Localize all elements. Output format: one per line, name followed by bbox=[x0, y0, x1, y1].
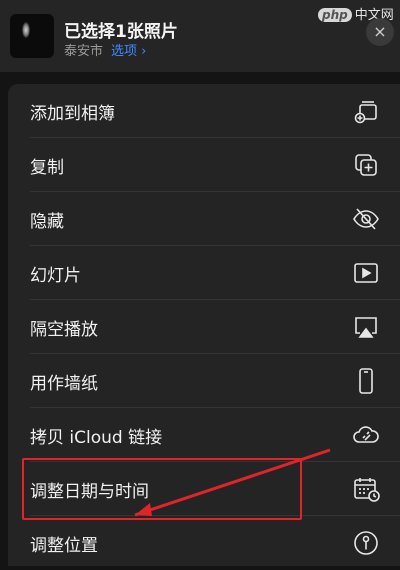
menu-item-label: 用作墙纸 bbox=[30, 374, 98, 394]
calendar-clock-icon bbox=[352, 475, 380, 503]
menu-item-copy-icloud-link[interactable]: 拷贝 iCloud 链接 bbox=[8, 408, 400, 462]
menu-item-label: 拷贝 iCloud 链接 bbox=[30, 428, 163, 448]
close-button[interactable]: × bbox=[366, 18, 394, 46]
menu-item-duplicate[interactable]: 复制 bbox=[8, 138, 400, 192]
menu-item-airplay[interactable]: 隔空播放 bbox=[8, 300, 400, 354]
cloud-link-icon bbox=[352, 421, 380, 449]
highlight-box bbox=[22, 458, 302, 520]
menu-item-label: 隐藏 bbox=[30, 212, 64, 232]
duplicate-icon bbox=[352, 151, 380, 179]
menu-item-add-to-album[interactable]: 添加到相簿 bbox=[8, 84, 400, 138]
menu-item-adjust-location[interactable]: 调整位置 bbox=[8, 516, 400, 570]
menu-item-label: 添加到相簿 bbox=[30, 104, 115, 124]
menu-item-label: 隔空播放 bbox=[30, 320, 98, 340]
airplay-icon bbox=[352, 313, 380, 341]
eye-slash-icon bbox=[352, 205, 380, 233]
menu-item-slideshow[interactable]: 幻灯片 bbox=[8, 246, 400, 300]
share-sheet-header: 已选择1张照片 泰安市 选项 › php 中文网 × bbox=[0, 0, 400, 72]
iphone-icon bbox=[352, 367, 380, 395]
menu-item-label: 调整位置 bbox=[30, 536, 98, 556]
menu-item-hide[interactable]: 隐藏 bbox=[8, 192, 400, 246]
header-title: 已选择1张照片 bbox=[64, 22, 178, 42]
menu-item-label: 复制 bbox=[30, 158, 64, 178]
add-album-icon bbox=[352, 97, 380, 125]
menu-item-label: 幻灯片 bbox=[30, 266, 81, 286]
location-info-icon bbox=[352, 529, 380, 557]
header-subtitle: 泰安市 选项 › bbox=[64, 40, 146, 59]
menu-item-use-as-wallpaper[interactable]: 用作墙纸 bbox=[8, 354, 400, 408]
photo-thumbnail bbox=[10, 14, 54, 58]
close-icon: × bbox=[373, 22, 387, 41]
options-link[interactable]: 选项 › bbox=[111, 44, 146, 59]
location-label: 泰安市 bbox=[64, 44, 104, 59]
play-rectangle-icon bbox=[352, 259, 380, 287]
watermark-badge: php bbox=[318, 8, 352, 22]
